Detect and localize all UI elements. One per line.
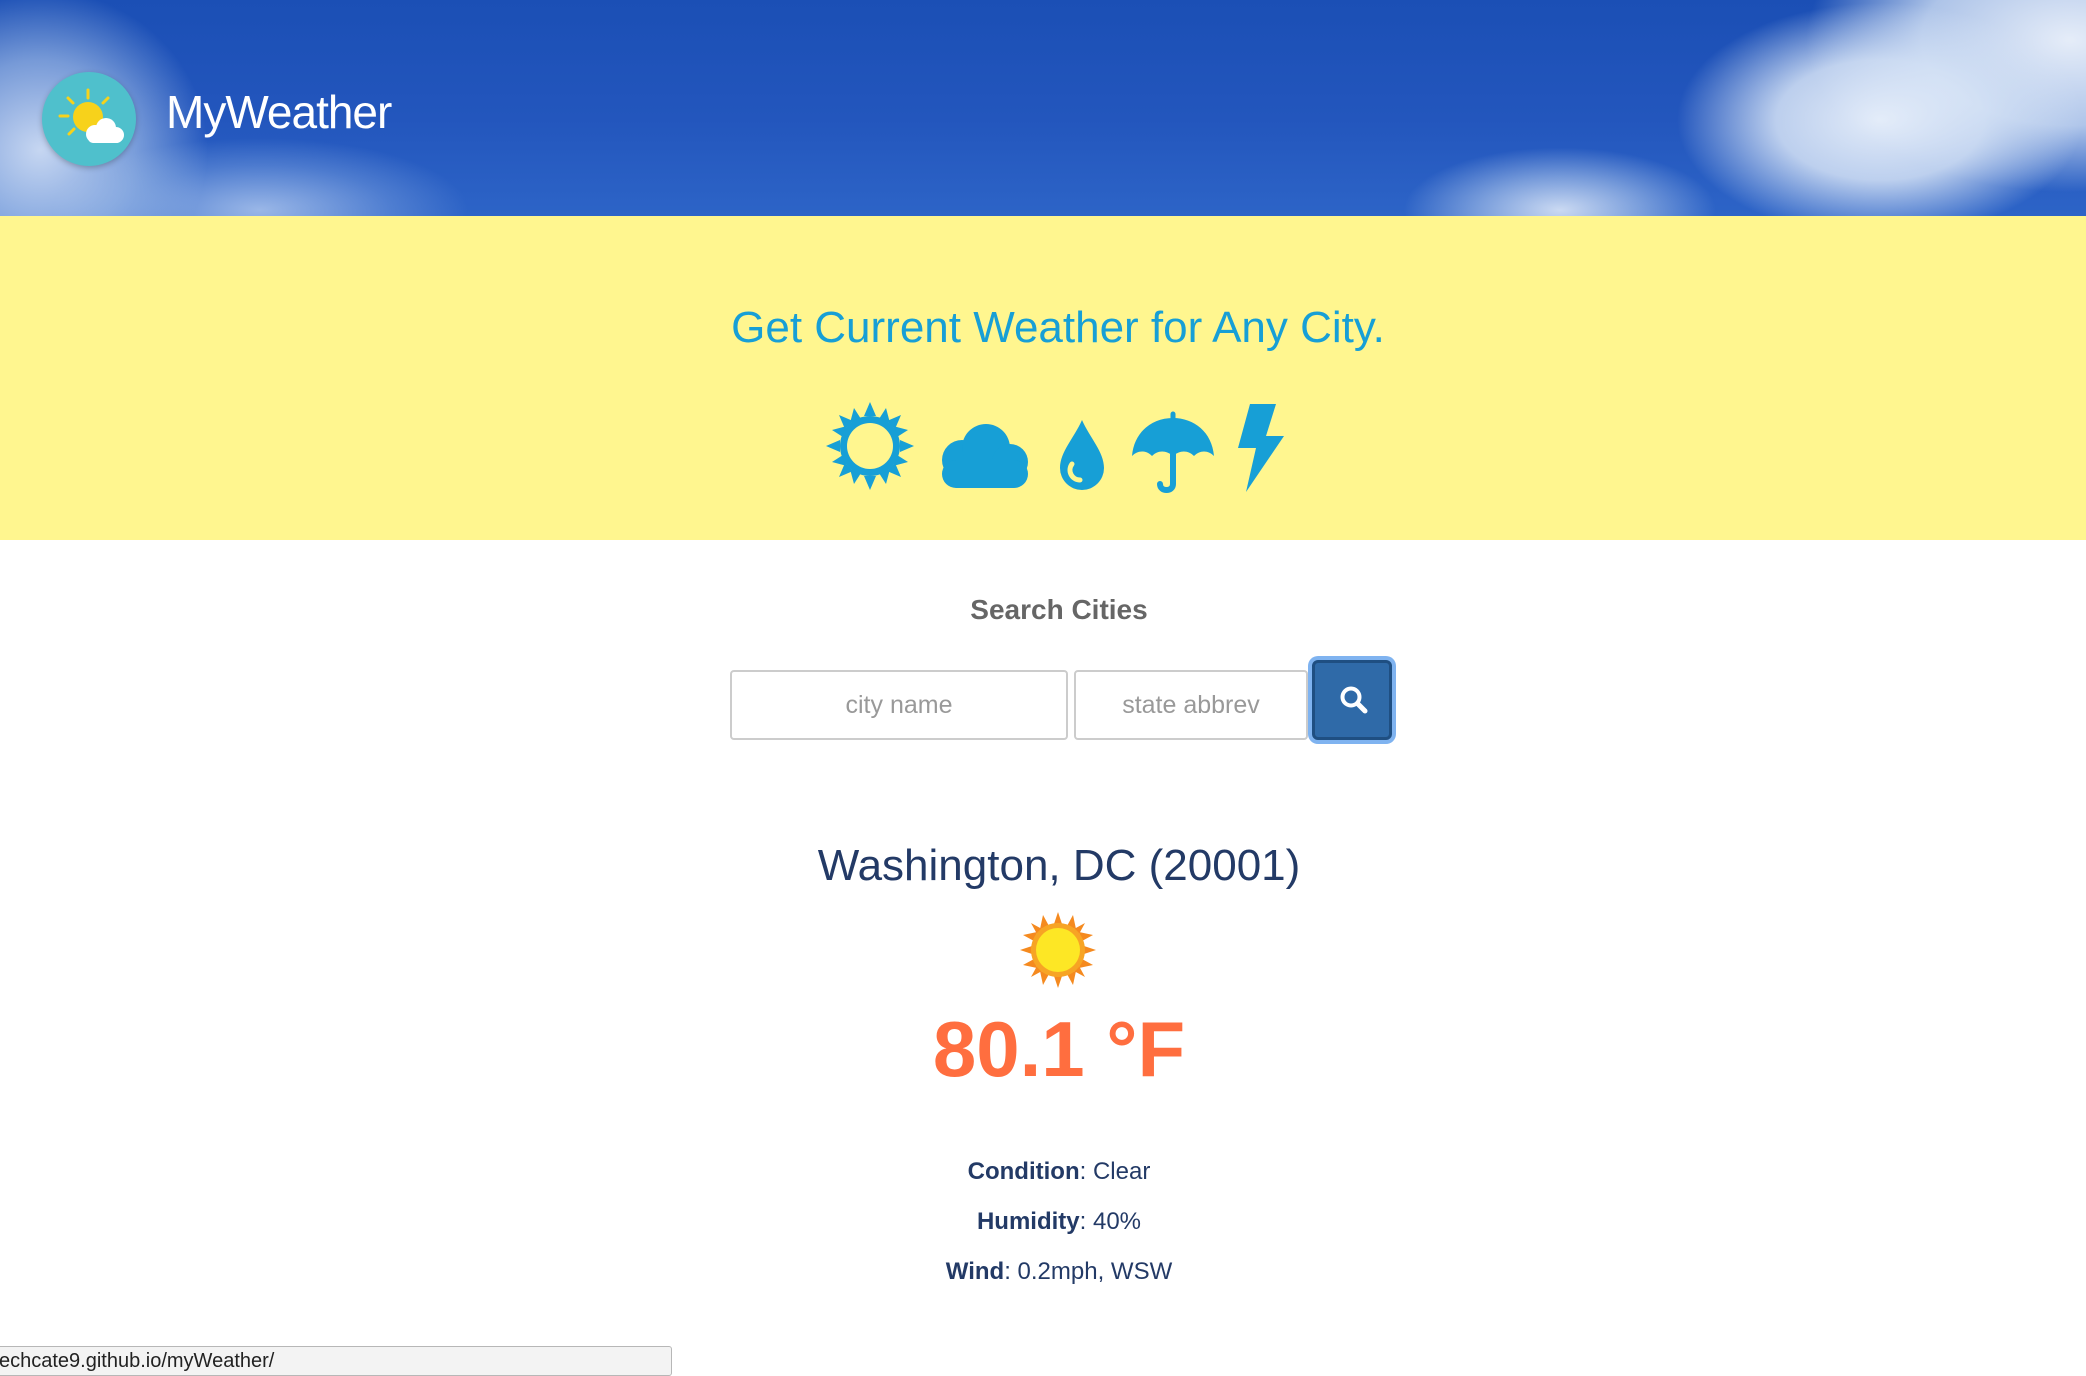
sunny-icon (1020, 912, 1096, 988)
humidity-label: Humidity (976, 1208, 1080, 1235)
wind-label: Wind (945, 1258, 1005, 1285)
condition-value: Clear (1092, 1158, 1151, 1185)
hero-title: Get Current Weather for Any City. (731, 303, 1385, 352)
humidity-row: Humidity: 40% (0, 1206, 2086, 1256)
raindrop-icon (1060, 420, 1104, 490)
hero-icons (0, 402, 2086, 502)
wind-value: 0.2mph, WSW (1017, 1258, 1173, 1285)
umbrella-icon (1132, 411, 1214, 493)
condition-row: Condition: Clear (0, 1156, 2086, 1206)
wind-separator: : (1004, 1258, 1018, 1285)
sun-behind-cloud-icon (58, 88, 124, 143)
header: MyWeather (0, 0, 2086, 216)
sun-icon (826, 402, 914, 490)
cloud-icon (942, 424, 1028, 488)
search-button[interactable] (1312, 660, 1392, 740)
weather-details: Condition: Clear Humidity: 40% Wind: 0.2… (0, 1156, 2086, 1306)
state-abbrev-input[interactable] (1074, 670, 1308, 740)
condition-separator: : (1079, 1158, 1093, 1185)
hero-banner: Get Current Weather for Any City. (0, 216, 2086, 540)
wind-row: Wind: 0.2mph, WSW (0, 1256, 2086, 1306)
search-label: Search Cities (970, 594, 1148, 625)
logo[interactable] (42, 72, 136, 166)
lightning-icon (1238, 404, 1284, 492)
brand-name[interactable]: MyWeather (166, 84, 392, 140)
status-bar-url: echcate9.github.io/myWeather/ (0, 1346, 672, 1376)
condition-label: Condition (967, 1158, 1080, 1185)
city-name-input[interactable] (730, 670, 1068, 740)
humidity-separator: : (1079, 1208, 1093, 1235)
temperature: 80.1 °F (932, 1005, 1186, 1093)
search-icon (1340, 686, 1368, 714)
humidity-value: 40% (1092, 1208, 1142, 1235)
location-heading: Washington, DC (20001) (817, 841, 1301, 890)
